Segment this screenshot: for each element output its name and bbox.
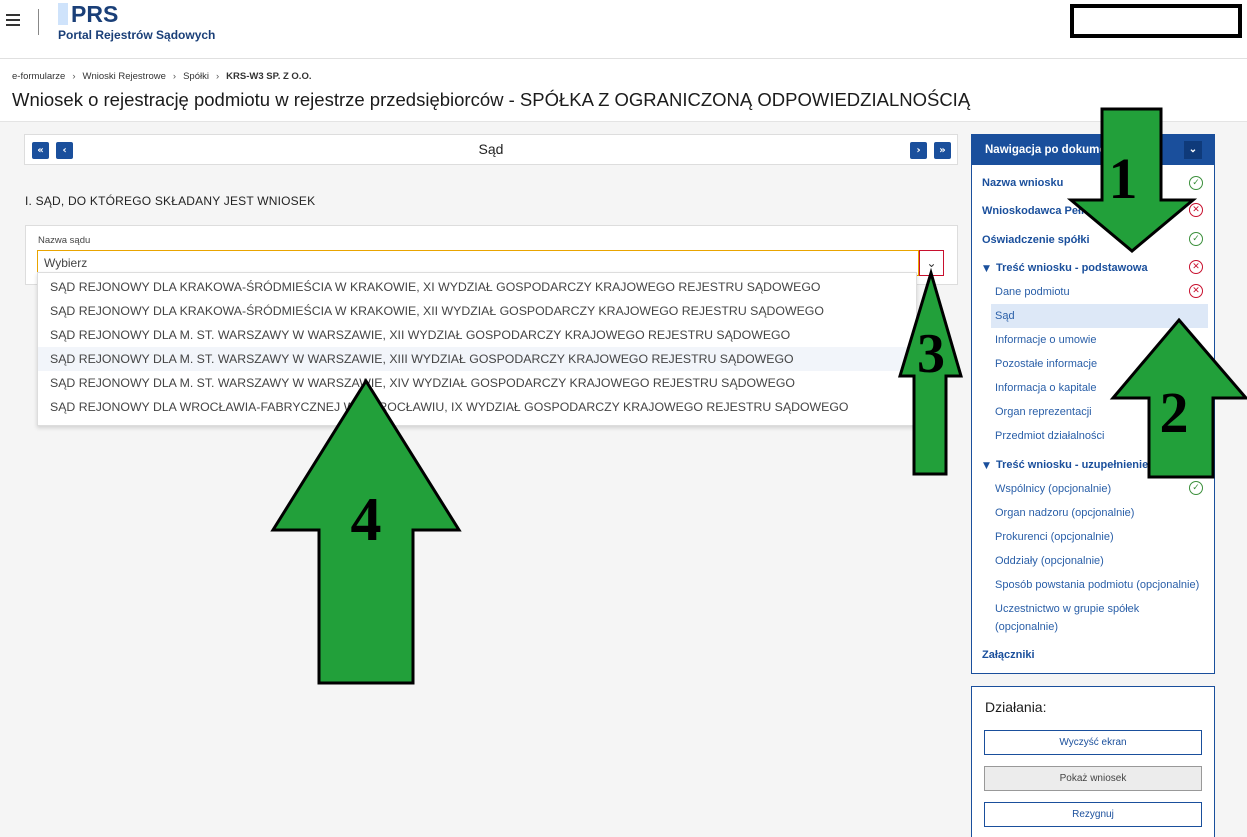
annotation-label-1: 1 [1109, 146, 1138, 211]
annotation-label-2: 2 [1160, 380, 1189, 445]
annotation-label-3: 3 [917, 323, 945, 385]
annotation-overlay: 1 2 3 4 [270, 107, 1247, 685]
annotation-label-4: 4 [351, 486, 382, 554]
